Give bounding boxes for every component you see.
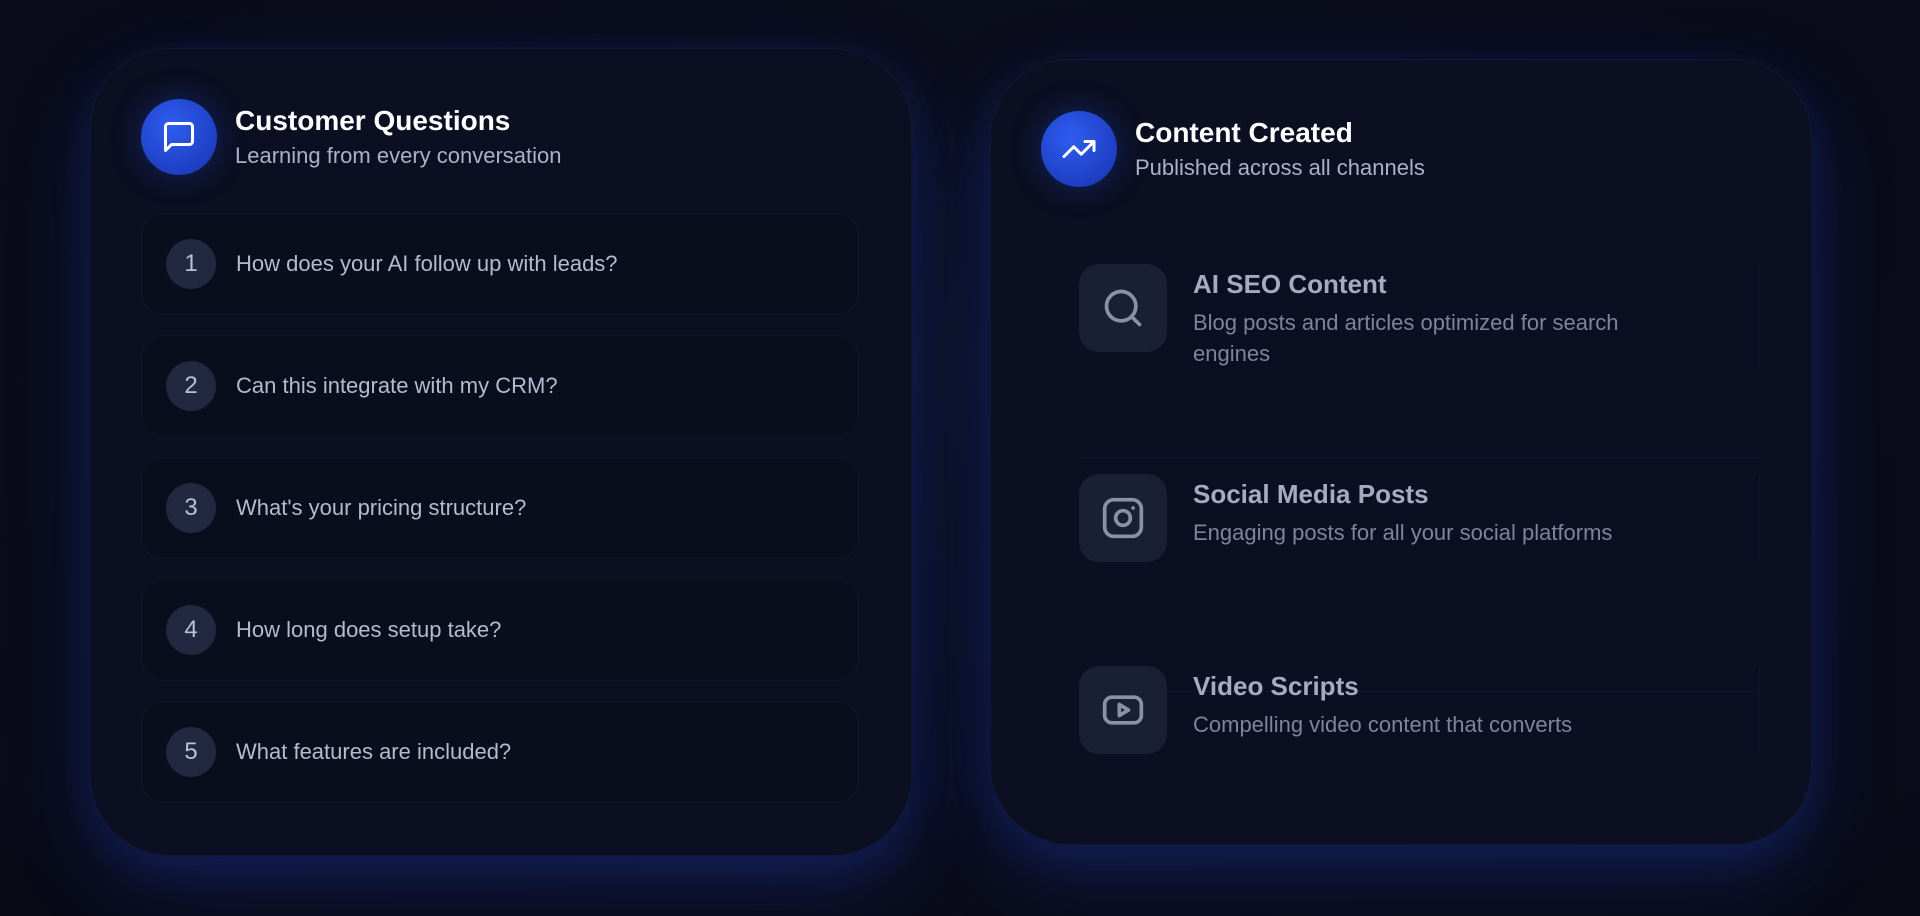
customer-questions-title: Customer Questions <box>235 105 511 136</box>
content-created-card: Content Created Published across all cha… <box>990 59 1812 845</box>
question-text: How does your AI follow up with leads? <box>236 251 618 276</box>
content-item-description: Compelling video content that converts <box>1193 712 1573 737</box>
customer-questions-subtitle: Learning from every conversation <box>235 143 562 168</box>
question-list: 1 How does your AI follow up with leads?… <box>141 213 859 823</box>
question-text: How long does setup take? <box>236 617 502 642</box>
question-number-badge: 1 <box>166 239 216 289</box>
question-text: What's your pricing structure? <box>236 495 527 520</box>
search-icon <box>1079 264 1167 352</box>
question-item-1[interactable]: 1 How does your AI follow up with leads? <box>141 213 859 315</box>
question-number-badge: 5 <box>166 727 216 777</box>
youtube-icon <box>1079 666 1167 754</box>
question-text: Can this integrate with my CRM? <box>236 373 558 398</box>
question-item-3[interactable]: 3 What's your pricing structure? <box>141 457 859 559</box>
customer-questions-header-text: Customer Questions Learning from every c… <box>235 104 562 170</box>
content-item-title: Video Scripts <box>1193 671 1359 701</box>
question-text: What features are included? <box>236 739 512 764</box>
content-divider <box>1079 457 1759 458</box>
customer-questions-header: Customer Questions Learning from every c… <box>141 99 562 175</box>
content-item-title: Social Media Posts <box>1193 479 1429 509</box>
question-number-badge: 2 <box>166 361 216 411</box>
content-item-seo[interactable]: AI SEO Content Blog posts and articles o… <box>1079 264 1760 369</box>
content-created-header: Content Created Published across all cha… <box>1041 111 1425 187</box>
message-square-icon <box>141 99 217 175</box>
content-item-title: AI SEO Content <box>1193 269 1387 299</box>
question-item-2[interactable]: 2 Can this integrate with my CRM? <box>141 335 859 437</box>
question-item-5[interactable]: 5 What features are included? <box>141 701 859 803</box>
instagram-icon <box>1079 474 1167 562</box>
content-item-social[interactable]: Social Media Posts Engaging posts for al… <box>1079 474 1760 562</box>
page: Customer Questions Learning from every c… <box>0 0 1920 916</box>
content-item-description: Engaging posts for all your social platf… <box>1193 520 1613 545</box>
question-number-badge: 4 <box>166 605 216 655</box>
content-created-header-text: Content Created Published across all cha… <box>1135 116 1425 182</box>
content-item-text: AI SEO Content Blog posts and articles o… <box>1193 264 1693 369</box>
content-item-video[interactable]: Video Scripts Compelling video content t… <box>1079 666 1760 754</box>
customer-questions-card: Customer Questions Learning from every c… <box>90 48 912 856</box>
content-item-text: Video Scripts Compelling video content t… <box>1193 666 1693 740</box>
content-item-description: Blog posts and articles optimized for se… <box>1193 310 1619 366</box>
trending-up-icon <box>1041 111 1117 187</box>
content-created-subtitle: Published across all channels <box>1135 155 1425 180</box>
question-number-badge: 3 <box>166 483 216 533</box>
content-created-title: Content Created <box>1135 117 1353 148</box>
question-item-4[interactable]: 4 How long does setup take? <box>141 579 859 681</box>
content-item-text: Social Media Posts Engaging posts for al… <box>1193 474 1693 548</box>
